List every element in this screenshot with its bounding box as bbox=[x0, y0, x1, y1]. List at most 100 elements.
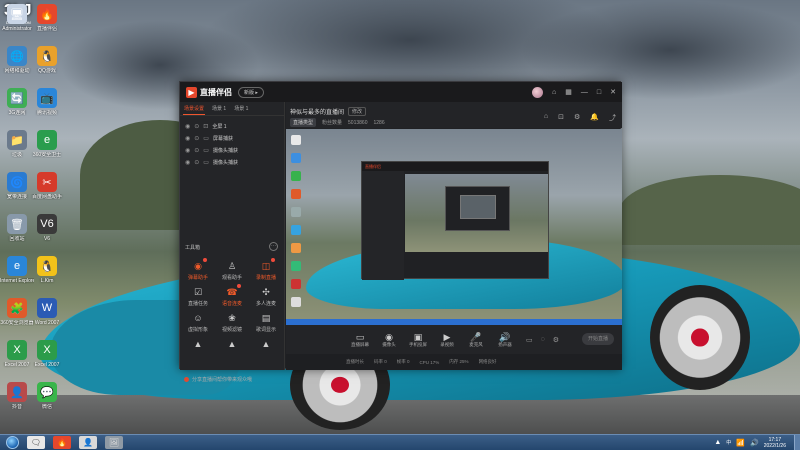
desktop-icon[interactable]: 🖥 Administrator bbox=[0, 4, 34, 32]
control-button[interactable]: 🎤 麦克风 bbox=[462, 332, 490, 348]
desktop-icon[interactable]: 🐧 L.Kim bbox=[30, 256, 64, 284]
avatar[interactable] bbox=[532, 86, 544, 98]
lock-icon[interactable]: ⊙ bbox=[194, 159, 199, 166]
live-companion-window: ▶ 直播伴侣 新版 ▸ ⌂ ▦ — □ ✕ 场景设置 场景 1 场景 1 ◉ ⊙ ⊡… bbox=[179, 81, 622, 383]
desktop-icon-label: Excel 2007 bbox=[34, 362, 60, 368]
share-icon[interactable]: ⤴ bbox=[609, 113, 616, 123]
clock-date: 2022/1/26 bbox=[763, 442, 786, 449]
tool-item[interactable]: ✣ 多人连麦 bbox=[250, 286, 282, 307]
eye-icon[interactable]: ◉ bbox=[185, 123, 190, 130]
titlebar: ▶ 直播伴侣 新版 ▸ ⌂ ▦ — □ ✕ bbox=[180, 82, 622, 102]
tool-item[interactable]: ◉ 弹幕助手 bbox=[182, 258, 214, 281]
control-button[interactable]: 🔊 扬声器 bbox=[491, 332, 519, 348]
source-label: 全屏 1 bbox=[212, 123, 227, 130]
layout-icon[interactable]: ▭ bbox=[526, 336, 533, 344]
tool-item[interactable]: ☺ 虚拟形象 bbox=[182, 312, 214, 333]
taskbar-app-user[interactable]: 👤 bbox=[79, 436, 97, 449]
source-item[interactable]: ◉ ⊙ ▭ 摄像头捕获 bbox=[180, 144, 284, 156]
beauty-icon[interactable]: ◌ bbox=[541, 336, 545, 344]
start-live-button[interactable]: 开始直播 bbox=[582, 333, 614, 345]
tool-item[interactable]: ▲ bbox=[216, 338, 248, 352]
lock-icon[interactable]: ⊙ bbox=[194, 123, 199, 130]
tool-item[interactable]: ❀ 视频滤镜 bbox=[216, 312, 248, 333]
desktop-icon[interactable]: 🔄 3G连网 bbox=[0, 88, 34, 116]
tool-item[interactable]: ▲ bbox=[182, 338, 214, 352]
taskbar-app-chat[interactable]: 🗨 bbox=[27, 436, 45, 449]
desktop-icon[interactable]: X Excel 2007 bbox=[0, 340, 34, 368]
control-button[interactable]: ◉ 摄像头 bbox=[375, 332, 403, 348]
control-button[interactable]: ▣ 手机投屏 bbox=[404, 332, 432, 348]
network-icon[interactable]: 📶 bbox=[736, 439, 745, 447]
desktop-icon[interactable]: 📁 垃圾 bbox=[0, 130, 34, 158]
gift-icon[interactable]: ⊡ bbox=[558, 113, 564, 123]
eye-icon[interactable]: ◉ bbox=[185, 159, 190, 166]
minimize-button[interactable]: — bbox=[581, 89, 588, 96]
maximize-button[interactable]: □ bbox=[597, 89, 601, 96]
control-button[interactable]: ▶ 录视频 bbox=[433, 332, 461, 348]
eye-icon[interactable]: ◉ bbox=[185, 135, 190, 142]
close-button[interactable]: ✕ bbox=[610, 88, 616, 96]
app-icon: e bbox=[7, 256, 27, 276]
control-button[interactable]: ▭ 直播屏幕 bbox=[346, 332, 374, 348]
desktop-icon[interactable]: ✂ 百度网盘助手 bbox=[30, 172, 64, 200]
tool-item[interactable]: ▲ bbox=[250, 338, 282, 352]
app-icon: 💬 bbox=[37, 382, 57, 402]
menu-icon[interactable]: ▦ bbox=[565, 88, 572, 96]
tab-scene-settings[interactable]: 场景设置 bbox=[183, 103, 206, 115]
desktop-icon[interactable]: 🧩 360安全浏览器 bbox=[0, 298, 34, 326]
tool-item[interactable]: ♙ 观看助手 bbox=[216, 260, 248, 281]
desktop-icon[interactable]: e Internet Explorer bbox=[0, 256, 34, 284]
tab-scene-2[interactable]: 场景 1 bbox=[233, 103, 249, 114]
desktop-icon[interactable]: 🌀 宽带连接 bbox=[0, 172, 34, 200]
lock-icon[interactable]: ⊙ bbox=[194, 147, 199, 154]
tool-item[interactable]: ☑ 直播任务 bbox=[182, 286, 214, 307]
tool-item[interactable]: ☎ 语音连麦 bbox=[216, 284, 248, 307]
control-label: 摄像头 bbox=[382, 341, 396, 347]
desktop-icon[interactable]: 🗑 回收站 bbox=[0, 214, 34, 242]
source-item[interactable]: ◉ ⊙ ▭ 摄像头捕获 bbox=[180, 156, 284, 168]
toolbox-more-button[interactable]: ··· bbox=[269, 242, 278, 251]
language-indicator[interactable]: 中 bbox=[726, 439, 731, 446]
show-desktop-button[interactable] bbox=[794, 434, 800, 450]
desktop-icon[interactable]: 💬 微信 bbox=[30, 382, 64, 410]
taskbar-app-photos[interactable]: 🖼 bbox=[105, 436, 123, 449]
category-tag[interactable]: 直播类型 bbox=[290, 118, 317, 127]
tab-scene-1[interactable]: 场景 1 bbox=[211, 103, 227, 114]
clock[interactable]: 17:17 2022/1/26 bbox=[764, 437, 786, 449]
desktop-icon[interactable]: e 360安全卫士 bbox=[30, 130, 64, 158]
desktop-icon[interactable]: W Word 2007 bbox=[30, 298, 64, 326]
taskbar-app-live-companion[interactable]: 🔥 bbox=[53, 436, 71, 449]
desktop-icon[interactable]: V6 V6 bbox=[30, 214, 64, 242]
desktop-icon[interactable]: X Excel 2007 bbox=[30, 340, 64, 368]
app-icon: 🐧 bbox=[37, 46, 57, 66]
desktop-icon[interactable]: 📺 腾讯视频 bbox=[30, 88, 64, 116]
desktop-icon[interactable]: 🐧 QQ游戏 bbox=[30, 46, 64, 74]
home-icon[interactable]: ⌂ bbox=[552, 89, 556, 96]
desktop-icon[interactable]: 🔥 直播伴侣 bbox=[30, 4, 64, 32]
version-button[interactable]: 新版 ▸ bbox=[238, 86, 264, 98]
eye-icon[interactable]: ◉ bbox=[185, 147, 190, 154]
gear-icon[interactable]: ⚙ bbox=[553, 336, 559, 344]
source-item[interactable]: ◉ ⊙ ⊡ 全屏 1 bbox=[180, 120, 284, 132]
start-button[interactable] bbox=[6, 436, 19, 449]
share-tip-label: 分享直播间帮你带来观众哦 bbox=[192, 377, 253, 383]
control-icon: 🎤 bbox=[470, 331, 482, 342]
tool-item[interactable]: ◫ 录制直播 bbox=[250, 258, 282, 281]
stream-preview[interactable]: 直播伴侣 bbox=[286, 129, 622, 319]
tray-expand-icon[interactable]: ▲ bbox=[714, 439, 721, 446]
tool-item[interactable]: ▤ 歌词显示 bbox=[250, 312, 282, 333]
control-bar: ▭ 直播屏幕 ◉ 摄像头 ▣ 手机投屏 ▶ 录视频 🎤 麦克风 🔊 扬声器 ▭ ◌ ⚙ 开始直播 bbox=[286, 325, 622, 354]
control-icon: ◉ bbox=[385, 331, 393, 342]
lock-icon[interactable]: ⊙ bbox=[194, 135, 199, 142]
volume-icon[interactable]: 🔊 bbox=[750, 439, 759, 447]
header-icons: ⌂ ⊡ ⚙ 🔔 ⤴ bbox=[544, 113, 616, 123]
room-icon[interactable]: ⌂ bbox=[544, 113, 548, 123]
edit-title-button[interactable]: 修改 bbox=[348, 107, 367, 116]
desktop-icon[interactable]: 🌐 网络和驱动 bbox=[0, 46, 34, 74]
bell-icon[interactable]: 🔔 bbox=[590, 113, 599, 123]
source-item[interactable]: ◉ ⊙ ▭ 屏幕捕获 bbox=[180, 132, 284, 144]
share-tip[interactable]: 分享直播间帮你带来观众哦 bbox=[184, 376, 252, 383]
settings-icon[interactable]: ⚙ bbox=[574, 113, 580, 123]
source-label: 摄像头捕获 bbox=[212, 159, 238, 166]
desktop-icon[interactable]: 👤 抖音 bbox=[0, 382, 34, 410]
